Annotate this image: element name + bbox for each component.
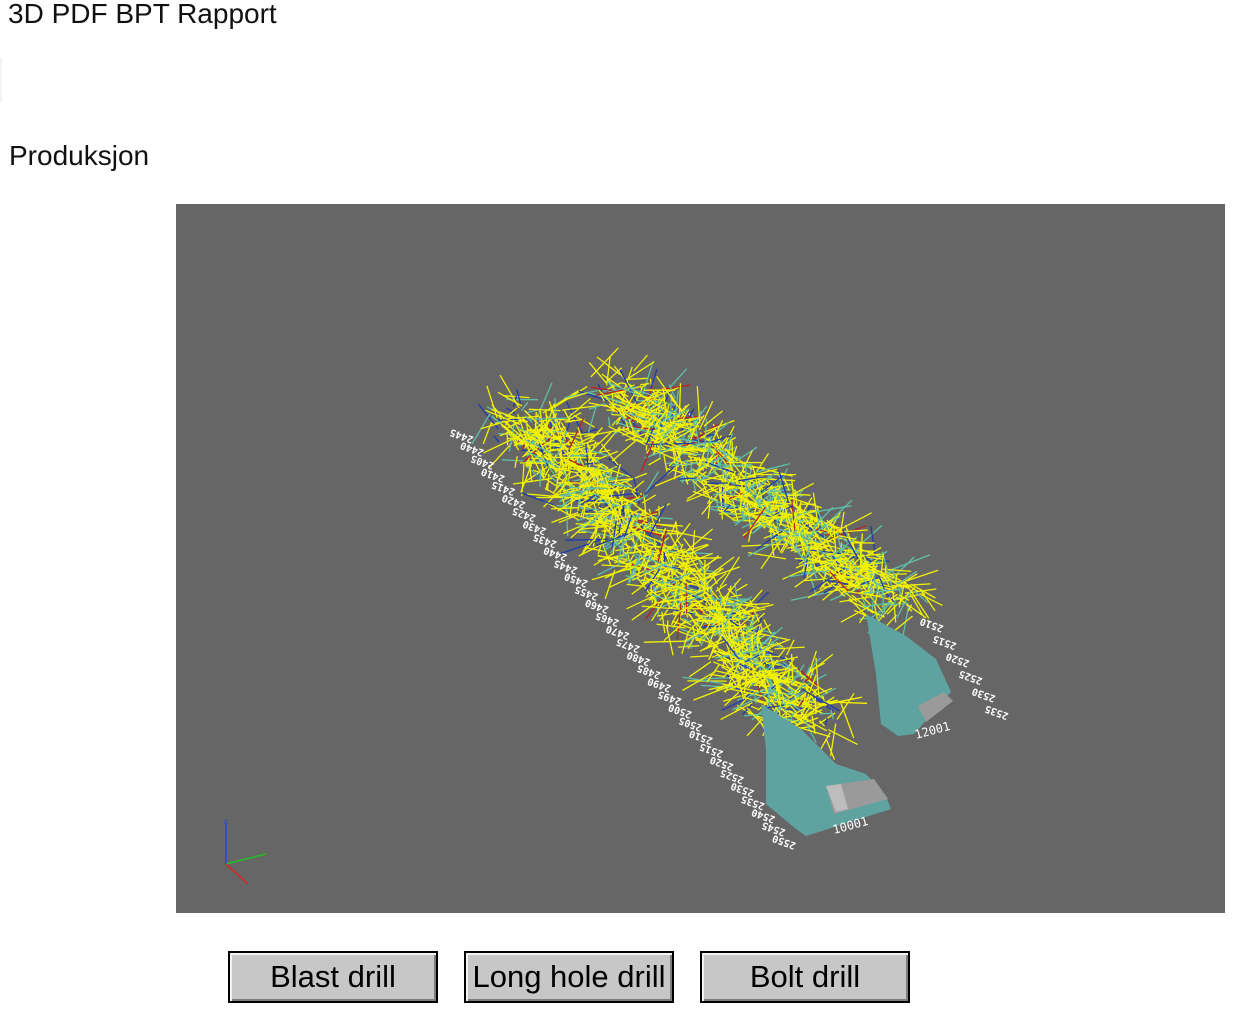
drill-hole [578,509,593,514]
drill-hole [819,712,832,715]
left-margin-mark [0,58,2,102]
chainage-label: 2510 [919,615,945,634]
chainage-label: 2520 [945,650,971,669]
drill-hole [777,648,786,658]
chainage-label: 2530 [971,685,997,704]
drill-hole [751,633,754,648]
drill-hole [539,468,542,487]
drill-hole [597,562,622,576]
long-hole-drill-button[interactable]: Long hole drill [464,951,674,1003]
drill-hole [711,673,726,678]
drill-hole [515,442,527,445]
drill-hole [493,435,500,443]
drill-hole [769,678,772,695]
drill-hole [544,500,580,521]
drill-hole [587,407,597,433]
svg-text:z: z [224,818,228,826]
drill-hole [685,583,688,614]
drill-hole [633,354,648,372]
chainage-label: 2525 [958,667,984,686]
drill-hole [514,456,518,468]
drill-hole [665,625,674,656]
drill-hole [648,457,662,466]
bolt-drill-button[interactable]: Bolt drill [700,951,910,1003]
drill-hole [897,570,918,585]
drill-hole [628,377,648,380]
drill-hole [840,702,855,739]
drill-hole [626,583,643,587]
drill-hole [566,452,587,455]
drill-hole [681,631,690,654]
drill-hole [643,640,686,643]
drill-hole [640,578,657,581]
drill-hole [767,687,770,705]
drill-hole [641,361,654,398]
drill-hole [521,463,525,497]
drill-hole [678,477,697,480]
drill-hole [768,495,771,513]
section-heading: Produksjon [9,140,150,171]
drill-hole [569,473,580,479]
drill-hole [622,500,625,515]
blast-drill-button[interactable]: Blast drill [228,951,438,1003]
drill-hole [482,421,493,445]
drill-hole [650,368,658,389]
drill-hole [604,566,628,579]
drill-hole [895,573,898,582]
drill-hole [888,554,931,572]
chainage-label: 2515 [932,632,958,651]
drill-hole [520,401,529,411]
drill-hole [719,596,723,605]
drill-hole [607,457,633,478]
drill-hole [568,486,609,490]
drill-hole [704,556,735,580]
drill-hole [546,473,550,492]
drill-hole [710,505,742,508]
page: 3D PDF BPT Rapport Produksjon 2445 2440 24… [0,0,1237,1024]
drill-hole [640,440,655,473]
3d-model-viewport[interactable]: 2445 2440 2405 2410 2415 2420 2425 2430 2435 2440… [176,204,1225,913]
drill-hole [675,521,679,538]
drill-hole [607,416,611,427]
drill-hole [688,661,712,678]
drill-hole [670,521,677,535]
chainage-label: 2535 [984,702,1010,721]
drill-hole [588,361,607,384]
drill-hole [839,511,845,534]
drill-hole [611,438,639,462]
drill-hole [791,664,805,684]
3d-scene[interactable]: 2445244024052410241524202425243024352440… [176,204,1225,913]
drill-hole [650,584,653,603]
drill-hole [693,684,734,701]
drill-hole [673,530,713,541]
document-title: 3D PDF BPT Rapport [8,0,277,29]
drill-hole [690,655,709,658]
axis-triad: z [224,818,267,885]
drill-hole [560,539,602,555]
drill-hole [513,477,553,485]
drill-hole [542,389,580,414]
drill-hole [734,583,748,592]
drill-hole [655,398,665,402]
